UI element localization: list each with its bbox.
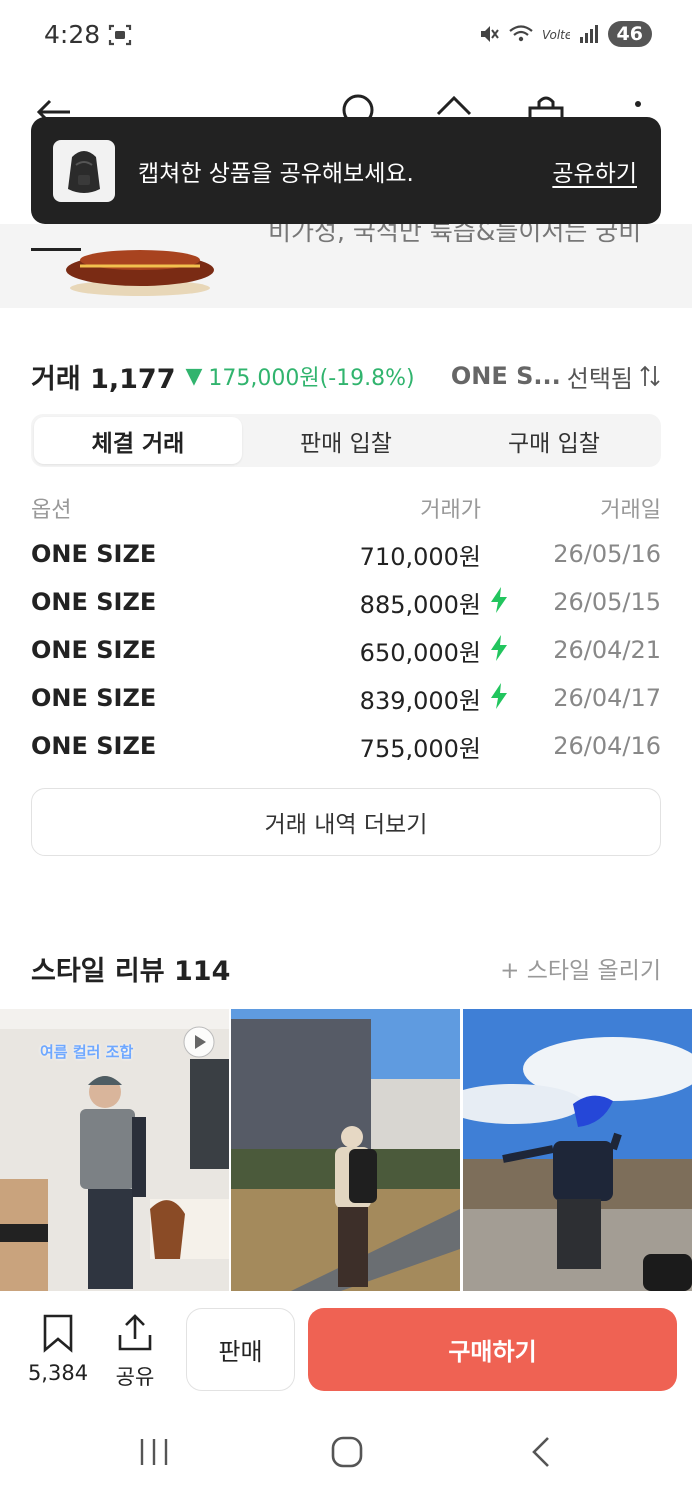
- row-date: 26/05/15: [553, 588, 661, 616]
- row-date: 26/05/16: [553, 540, 661, 568]
- table-row: ONE SIZE 885,000원 26/05/15: [31, 578, 661, 626]
- trade-header: 거래 1,177 ▼ 175,000원(-19.8%) ONE S... 선택됨: [31, 356, 661, 396]
- bookmark-button[interactable]: 5,384: [26, 1313, 90, 1385]
- row-option: ONE SIZE: [31, 540, 157, 568]
- lightning-icon: [491, 683, 507, 709]
- signal-icon: [579, 25, 598, 43]
- status-time: 4:28: [44, 20, 101, 49]
- style-photo-1[interactable]: 여름 컬러 조합: [0, 1009, 230, 1291]
- row-price: 650,000원: [359, 638, 481, 667]
- style-photo-2-image: [231, 1009, 461, 1291]
- bookmark-count: 5,384: [27, 1361, 89, 1385]
- burger-image: [66, 250, 214, 296]
- trade-count: 거래 1,177: [31, 363, 176, 395]
- banner-text: 비가성, 국석만 륙즙&들이서는 궁비: [268, 224, 642, 246]
- row-option: ONE SIZE: [31, 636, 157, 664]
- backpack-image: [68, 150, 100, 193]
- share-button[interactable]: 공유: [110, 1313, 160, 1391]
- share-link[interactable]: 공유하기: [552, 154, 637, 188]
- bottom-action-bar: 5,384 공유 판매 구매하기: [0, 1291, 692, 1405]
- style-review-title: 스타일 리뷰 114: [31, 955, 231, 987]
- column-price: 거래가: [420, 498, 481, 523]
- row-date: 26/04/16: [553, 732, 661, 760]
- play-icon: [183, 1026, 215, 1058]
- price-change: 175,000원(-19.8%): [208, 366, 415, 391]
- trade-tabs: 체결 거래 판매 입찰 구매 입찰: [31, 414, 661, 467]
- add-style-button[interactable]: + 스타일 올리기: [500, 951, 661, 985]
- column-option: 옵션: [31, 498, 72, 523]
- style-photo-3-image: [462, 1009, 692, 1291]
- trade-table: 옵션 거래가 거래일 ONE SIZE 710,000원 26/05/16 ON…: [31, 486, 661, 770]
- table-row: ONE SIZE 839,000원 26/04/17: [31, 674, 661, 722]
- row-price: 710,000원: [359, 542, 481, 571]
- style-photos: 여름 컬러 조합: [0, 1009, 692, 1291]
- tab-buy-bids[interactable]: 구매 입찰: [450, 417, 658, 464]
- svg-text:Volte: Volte: [542, 28, 570, 42]
- table-row: ONE SIZE 755,000원 26/04/16: [31, 722, 661, 770]
- home-button-icon[interactable]: [330, 1435, 364, 1469]
- table-header: 옵션 거래가 거래일: [31, 486, 661, 530]
- ad-banner[interactable]: 비가성, 국석만 륙즙&들이서는 궁비: [0, 224, 692, 308]
- recent-apps-icon[interactable]: [138, 1435, 170, 1469]
- photo-caption: 여름 컬러 조합: [40, 1043, 134, 1061]
- status-icons: Volte 46: [478, 21, 652, 47]
- sort-arrows-icon: [640, 365, 660, 387]
- product-thumbnail: [53, 139, 115, 202]
- row-date: 26/04/17: [553, 684, 661, 712]
- size-selected-suffix: 선택됨: [566, 364, 633, 393]
- lightning-icon: [491, 587, 507, 613]
- size-selector[interactable]: ONE S... 선택됨: [451, 359, 661, 394]
- battery-badge: 46: [607, 21, 652, 47]
- row-option: ONE SIZE: [31, 588, 157, 616]
- screenshot-icon: [108, 24, 132, 46]
- row-price: 885,000원: [359, 590, 481, 619]
- size-selected-value: ONE S...: [450, 362, 561, 390]
- system-navigation: [0, 1405, 692, 1500]
- style-photo-2[interactable]: [231, 1009, 461, 1291]
- buy-button[interactable]: 구매하기: [308, 1308, 677, 1391]
- volte-icon: Volte: [542, 28, 570, 42]
- table-row: ONE SIZE 710,000원 26/05/16: [31, 530, 661, 578]
- status-bar: 4:28 Volte 46: [0, 0, 692, 72]
- mute-icon: [480, 26, 499, 42]
- more-trades-button[interactable]: 거래 내역 더보기: [31, 788, 661, 856]
- bookmark-icon: [43, 1314, 73, 1353]
- style-photo-3[interactable]: [462, 1009, 692, 1291]
- share-icon: [118, 1314, 152, 1351]
- share-label: 공유: [115, 1365, 155, 1389]
- row-price: 839,000원: [359, 686, 481, 715]
- lightning-icon: [491, 635, 507, 661]
- wifi-icon: [508, 25, 533, 42]
- column-date: 거래일: [600, 498, 661, 523]
- down-arrow-icon: ▼: [185, 363, 203, 389]
- row-option: ONE SIZE: [31, 732, 157, 760]
- toast-message: 캡쳐한 상품을 공유해보세요.: [138, 160, 414, 187]
- row-date: 26/04/21: [553, 636, 661, 664]
- tab-sell-bids[interactable]: 판매 입찰: [242, 417, 450, 464]
- tab-completed-trades[interactable]: 체결 거래: [34, 417, 242, 464]
- table-row: ONE SIZE 650,000원 26/04/21: [31, 626, 661, 674]
- row-option: ONE SIZE: [31, 684, 157, 712]
- back-button-icon[interactable]: [528, 1435, 554, 1469]
- style-review-header: 스타일 리뷰 114 + 스타일 올리기: [31, 948, 661, 988]
- share-toast: 캡쳐한 상품을 공유해보세요. 공유하기: [31, 117, 661, 224]
- sell-button[interactable]: 판매: [186, 1308, 295, 1391]
- row-price: 755,000원: [359, 734, 481, 763]
